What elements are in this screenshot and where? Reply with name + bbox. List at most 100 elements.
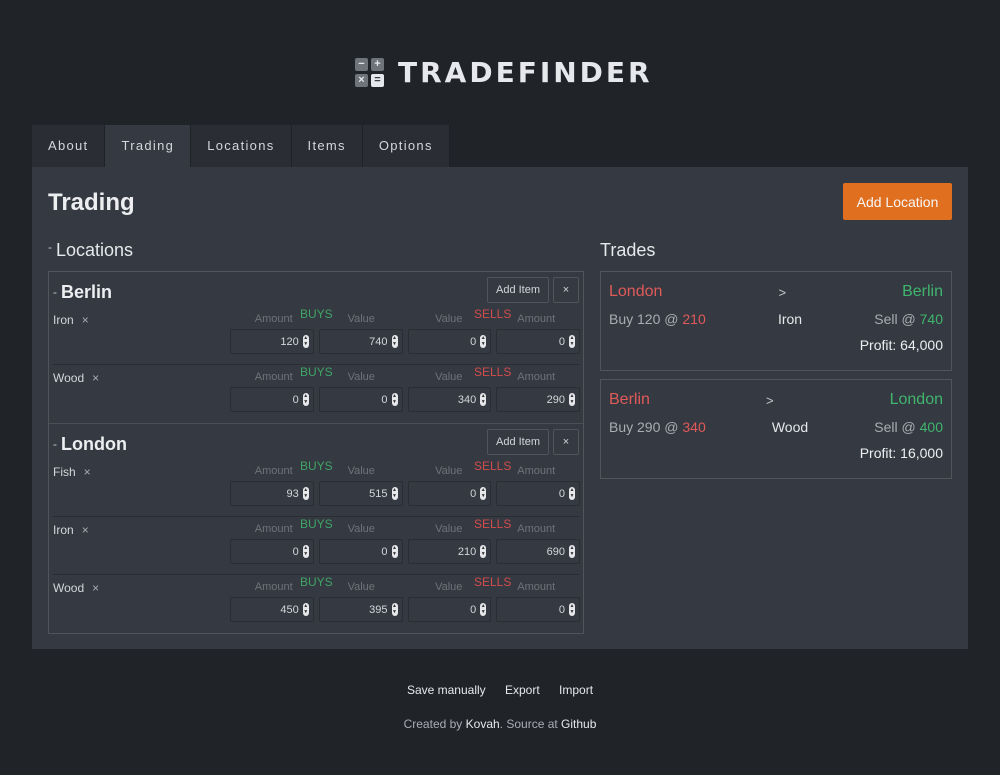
spinner-icon[interactable]: ▲ ▼ <box>480 545 487 558</box>
spinner-icon[interactable]: ▲ ▼ <box>302 603 309 616</box>
sell-amount-field[interactable]: ▲▼ <box>496 597 580 622</box>
sell-value-input[interactable] <box>408 482 491 505</box>
sell-amount-field[interactable]: ▲▼ <box>496 387 580 412</box>
sell-value-field[interactable]: ▲▼ <box>407 387 492 412</box>
spinner-icon[interactable]: ▲ ▼ <box>480 393 487 406</box>
buy-value-field[interactable]: ▲▼ <box>318 597 403 622</box>
spinner-icon[interactable]: ▲ ▼ <box>391 393 398 406</box>
location-name: London <box>61 433 127 454</box>
buy-amount-input[interactable] <box>231 330 313 353</box>
buy-value-input[interactable] <box>319 388 402 411</box>
spinner-icon[interactable]: ▲ ▼ <box>302 545 309 558</box>
buy-amount-input[interactable] <box>231 388 313 411</box>
item-trade-grid: Amount BUYS Value Value SELLS Amount ▲▼ <box>230 307 580 354</box>
item-name-wrap: Wood × <box>53 581 99 595</box>
add-item-button[interactable]: Add Item <box>487 277 549 303</box>
trade-sell: Sell @ 400 <box>874 419 943 435</box>
tab-options[interactable]: Options <box>362 125 450 167</box>
save-manually-link[interactable]: Save manually <box>407 683 486 697</box>
tab-about[interactable]: About <box>32 125 106 167</box>
buy-value-input[interactable] <box>319 598 402 621</box>
spinner-icon[interactable]: ▲ ▼ <box>391 335 398 348</box>
spinner-icon[interactable]: ▲ ▼ <box>569 487 575 500</box>
collapse-location-toggle[interactable]: - <box>53 285 57 299</box>
remove-item-icon[interactable]: × <box>82 523 89 537</box>
buy-amount-input[interactable] <box>231 482 313 505</box>
spinner-icon[interactable]: ▲ ▼ <box>480 335 487 348</box>
sell-amount-field[interactable]: ▲▼ <box>496 329 580 354</box>
sell-value-input[interactable] <box>408 388 491 411</box>
tab-locations[interactable]: Locations <box>191 125 292 167</box>
spinner-icon[interactable]: ▲ ▼ <box>480 603 487 616</box>
author-link[interactable]: Kovah <box>466 717 500 731</box>
sell-amount-input[interactable] <box>497 330 579 353</box>
buy-amount-field[interactable]: ▲▼ <box>230 387 314 412</box>
sell-amount-input[interactable] <box>497 388 579 411</box>
sell-amount-field[interactable]: ▲▼ <box>496 481 580 506</box>
field-inputs: ▲▼ ▲▼ ▲▼ ▲▼ <box>230 539 580 564</box>
sell-value-field[interactable]: ▲▼ <box>407 329 492 354</box>
buy-amount-field[interactable]: ▲▼ <box>230 539 314 564</box>
spinner-icon[interactable]: ▲ ▼ <box>391 603 398 616</box>
spinner-icon[interactable]: ▲ ▼ <box>480 487 487 500</box>
sell-amount-input[interactable] <box>497 540 579 563</box>
remove-location-button[interactable]: × <box>553 277 579 303</box>
spinner-icon[interactable]: ▲ ▼ <box>391 545 398 558</box>
add-item-button[interactable]: Add Item <box>487 429 549 455</box>
remove-location-button[interactable]: × <box>553 429 579 455</box>
sell-prefix: Sell @ <box>874 419 920 435</box>
spinner-icon[interactable]: ▲ ▼ <box>569 335 575 348</box>
buy-amount-field[interactable]: ▲▼ <box>230 329 314 354</box>
sell-value-input[interactable] <box>408 540 491 563</box>
spinner-icon[interactable]: ▲ ▼ <box>569 603 575 616</box>
buy-value-input[interactable] <box>319 330 402 353</box>
remove-item-icon[interactable]: × <box>84 465 91 479</box>
collapse-location-toggle[interactable]: - <box>53 437 57 451</box>
tab-trading[interactable]: Trading <box>105 125 192 167</box>
export-link[interactable]: Export <box>505 683 540 697</box>
item-row: Wood × Amount BUYS Value Value SELLS Amou… <box>53 575 580 633</box>
tab-items[interactable]: Items <box>291 125 363 167</box>
sell-amount-input[interactable] <box>497 598 579 621</box>
item-name: Wood <box>53 581 85 595</box>
item-trade-grid: Amount BUYS Value Value SELLS Amount ▲▼ <box>230 575 580 622</box>
app-title: TRADEFINDER <box>398 56 653 89</box>
sell-value-input[interactable] <box>408 330 491 353</box>
buy-value-field[interactable]: ▲▼ <box>318 329 403 354</box>
sell-value-input[interactable] <box>408 598 491 621</box>
item-name-wrap: Fish × <box>53 465 91 479</box>
spinner-icon[interactable]: ▲ ▼ <box>302 335 309 348</box>
spinner-icon[interactable]: ▲ ▼ <box>391 487 398 500</box>
field-labels: Amount BUYS Value Value SELLS Amount <box>230 575 580 595</box>
buy-amount-input[interactable] <box>231 540 313 563</box>
minus-icon: − <box>355 58 368 71</box>
spinner-icon[interactable]: ▲ ▼ <box>569 545 575 558</box>
spinner-icon[interactable]: ▲ ▼ <box>302 393 309 406</box>
sell-value-field[interactable]: ▲▼ <box>407 481 492 506</box>
buy-amount-field[interactable]: ▲▼ <box>230 597 314 622</box>
buy-value-input[interactable] <box>319 482 402 505</box>
buy-amount-input[interactable] <box>231 598 313 621</box>
buy-prefix: Buy 290 @ <box>609 419 683 435</box>
sell-value-field[interactable]: ▲▼ <box>407 597 492 622</box>
buy-value-field[interactable]: ▲▼ <box>318 387 403 412</box>
add-location-button[interactable]: Add Location <box>843 183 952 220</box>
field-inputs: ▲▼ ▲▼ ▲▼ ▲▼ <box>230 329 580 354</box>
sell-amount-input[interactable] <box>497 482 579 505</box>
import-link[interactable]: Import <box>559 683 593 697</box>
collapse-locations-toggle[interactable]: - <box>48 240 52 254</box>
remove-item-icon[interactable]: × <box>82 313 89 327</box>
buy-value-field[interactable]: ▲▼ <box>318 481 403 506</box>
source-link[interactable]: Github <box>561 717 596 731</box>
spinner-icon[interactable]: ▲ ▼ <box>302 487 309 500</box>
trade-route: London > Berlin <box>609 280 943 304</box>
remove-item-icon[interactable]: × <box>92 581 99 595</box>
buy-value-input[interactable] <box>319 540 402 563</box>
sell-amount-field[interactable]: ▲▼ <box>496 539 580 564</box>
spinner-icon[interactable]: ▲ ▼ <box>569 393 575 406</box>
buy-value-field[interactable]: ▲▼ <box>318 539 403 564</box>
buy-amount-field[interactable]: ▲▼ <box>230 481 314 506</box>
sell-value-field[interactable]: ▲▼ <box>407 539 492 564</box>
remove-item-icon[interactable]: × <box>92 371 99 385</box>
locations-list: - Berlin Add Item × Iron × Amount BUYS Va… <box>48 271 584 634</box>
